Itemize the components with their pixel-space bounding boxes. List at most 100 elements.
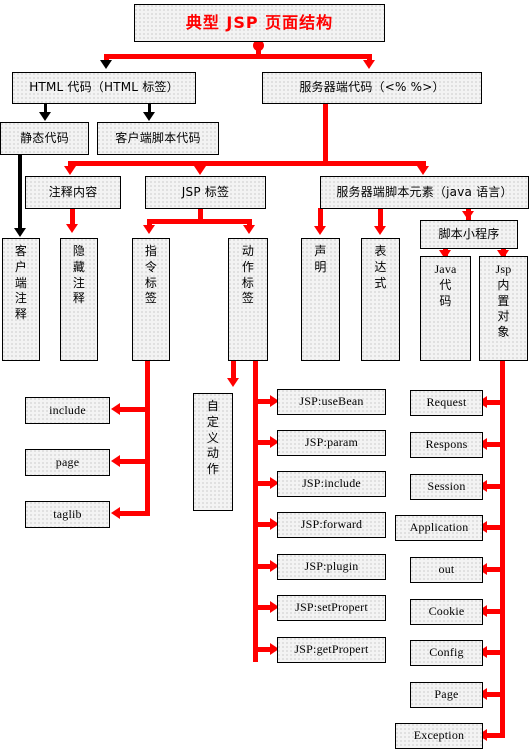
node-action-item: JSP:param: [277, 430, 386, 456]
arrow-to-expression: [374, 226, 386, 235]
node-custom-action-char: 定: [206, 414, 220, 429]
connector-action-drop: [253, 360, 258, 662]
arrow-to-client-script-code: [143, 112, 155, 121]
arrow-to-declaration: [314, 226, 326, 235]
node-jsp-tag-label: JSP 标签: [181, 184, 230, 199]
node-root-label: 典型 JSP 页面结构: [185, 12, 334, 32]
diagram-canvas: 典型 JSP 页面结构 HTML 代码（HTML 标签） 服务器端代码（<% %…: [0, 0, 531, 752]
node-comment-content: 注释内容: [25, 176, 121, 209]
node-action-item-label: JSP:getPropert: [294, 642, 369, 657]
node-declaration: 声 明: [301, 238, 340, 361]
connector-jsptag-bus: [147, 219, 252, 224]
node-expression-char: 达: [374, 259, 387, 274]
node-action-tag-char: 动: [241, 244, 255, 258]
node-implicit-item-label: Session: [427, 479, 466, 494]
node-action-item-label: JSP:forward: [300, 517, 363, 532]
node-directive-tag: 指 令 标 签: [132, 238, 170, 361]
node-expression: 表 达 式: [361, 238, 400, 361]
node-directive-item-label: taglib: [53, 506, 82, 521]
node-server-script-elements: 服务器端脚本元素（java 语言）: [320, 176, 529, 209]
node-client-script-code-label: 客户端脚本代码: [115, 130, 201, 145]
arrow-to-include: [111, 403, 120, 415]
arrow-to-hidden-comment: [66, 224, 78, 233]
node-java-code: Java 代 码: [420, 256, 471, 361]
node-action-item-label: JSP:setPropert: [295, 600, 368, 615]
node-directive-tag-char: 签: [144, 291, 158, 306]
node-implicit-item-label: Config: [429, 645, 464, 660]
arrow-to-comment-content: [64, 166, 76, 175]
arrow-to-custom-action: [227, 378, 239, 387]
node-server-code-label: 服务器端代码（<% %>）: [299, 80, 445, 95]
node-expression-char: 表: [374, 244, 387, 258]
node-custom-action-char: 作: [206, 462, 220, 477]
connector-directive-page: [120, 459, 150, 464]
node-implicit-item: Exception: [395, 723, 483, 749]
arrow-to-jsp-tag: [194, 166, 206, 175]
node-action-item-label: JSP:include: [302, 476, 361, 491]
node-action-item: JSP:forward: [277, 512, 386, 538]
node-server-code: 服务器端代码（<% %>）: [262, 72, 482, 104]
node-directive-item-label: page: [55, 454, 80, 469]
node-action-item-label: JSP:plugin: [304, 559, 359, 574]
node-implicit-item-label: Application: [409, 520, 469, 535]
node-implicit-item-label: Exception: [413, 728, 465, 743]
node-implicit-item-label: Page: [434, 687, 459, 702]
node-action-tag-char: 标: [241, 275, 255, 290]
connector-implicit-item-4: [487, 567, 505, 572]
connector-directive-taglib: [120, 511, 150, 516]
connector-directive-drop: [145, 360, 150, 516]
node-directive-item-label: include: [49, 402, 86, 417]
node-directive-item: include: [25, 397, 110, 424]
node-implicit-item-label: Respons: [425, 437, 468, 452]
node-scriptlet-label: 脚本小程序: [438, 226, 500, 241]
node-java-code-char: 码: [439, 293, 452, 308]
node-server-script-elements-label: 服务器端脚本元素（java 语言）: [336, 184, 513, 199]
node-implicit-item-label: out: [438, 562, 455, 577]
node-action-item: JSP:setPropert: [277, 595, 386, 621]
node-html-code: HTML 代码（HTML 标签）: [12, 72, 196, 104]
node-custom-action-char: 动: [206, 446, 220, 461]
node-declaration-char: 明: [314, 259, 327, 274]
arrow-to-static-code: [39, 112, 51, 121]
node-client-comment-char: 释: [14, 307, 28, 322]
node-directive-tag-char: 指: [144, 244, 158, 258]
node-hidden-comment: 隐 藏 注 释: [60, 238, 98, 361]
node-action-tag-char: 签: [241, 291, 255, 306]
arrow-to-scriptlet: [462, 211, 474, 220]
node-static-code: 静态代码: [0, 122, 89, 155]
node-java-code-char: Java: [434, 262, 457, 276]
node-jsp-implicit-objects-char: 象: [497, 325, 510, 340]
node-hidden-comment-char: 释: [72, 291, 86, 306]
node-custom-action: 自 定 义 动 作: [193, 393, 233, 511]
connector-implicit-item-6: [487, 650, 505, 655]
connector-implicit-item-5: [487, 609, 505, 614]
arrow-to-html-code: [100, 60, 112, 69]
node-custom-action-char: 义: [206, 430, 220, 445]
connector-implicit-item-1: [487, 442, 505, 447]
node-action-item-label: JSP:param: [304, 435, 359, 450]
arrow-to-directive-tag: [143, 225, 155, 234]
node-client-script-code: 客户端脚本代码: [97, 122, 219, 155]
node-directive-tag-char: 令: [144, 259, 158, 274]
node-jsp-implicit-objects: Jsp 内 置 对 象: [479, 256, 528, 361]
node-action-tag: 动 作 标 签: [228, 238, 268, 361]
node-jsp-implicit-objects-char: Jsp: [495, 262, 512, 276]
node-html-code-label: HTML 代码（HTML 标签）: [29, 80, 179, 95]
node-scriptlet: 脚本小程序: [420, 220, 518, 249]
node-action-item: JSP:plugin: [277, 554, 386, 580]
node-root: 典型 JSP 页面结构: [134, 4, 385, 42]
node-implicit-item: Config: [410, 640, 483, 666]
node-comment-content-label: 注释内容: [48, 184, 98, 199]
node-action-item-label: JSP:useBean: [299, 394, 364, 409]
connector-static-to-client-comment: [18, 154, 22, 232]
connector-implicit-item-7: [487, 692, 505, 697]
connector-implicit-item-0: [487, 400, 505, 405]
node-java-code-char: 代: [439, 277, 452, 292]
node-action-item: JSP:useBean: [277, 389, 386, 415]
connector-server-drop: [323, 103, 328, 163]
node-action-item: JSP:getPropert: [277, 637, 386, 663]
node-static-code-label: 静态代码: [20, 130, 69, 145]
arrow-to-client-comment: [14, 228, 26, 237]
arrow-to-page: [111, 455, 120, 467]
node-client-comment-char: 户: [14, 259, 28, 274]
